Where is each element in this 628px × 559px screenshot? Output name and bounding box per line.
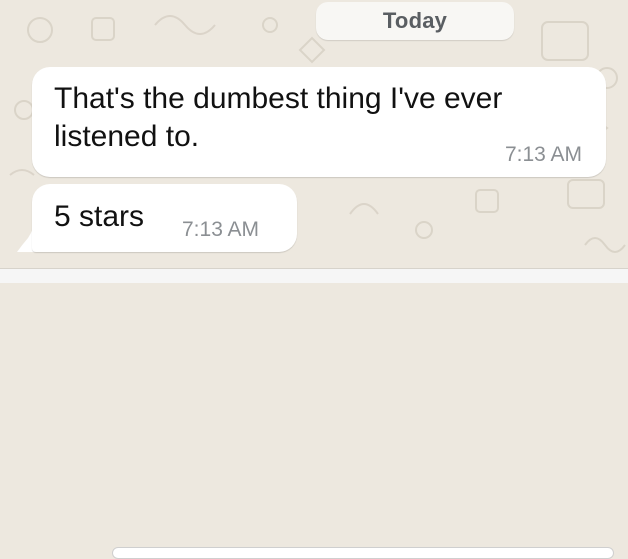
date-separator-badge: Today: [316, 2, 514, 40]
message-timestamp: 7:13 AM: [182, 218, 260, 241]
incoming-message-bubble[interactable]: 5 stars 7:13 AM: [32, 184, 297, 252]
message-input[interactable]: [112, 547, 614, 559]
message-text: 5 stars: [54, 200, 145, 233]
message-composer-bar: [0, 268, 628, 559]
message-timestamp: 7:13 AM: [504, 143, 582, 166]
date-separator-label: Today: [382, 8, 448, 33]
incoming-message-bubble[interactable]: That's the dumbest thing I've ever liste…: [32, 67, 606, 177]
